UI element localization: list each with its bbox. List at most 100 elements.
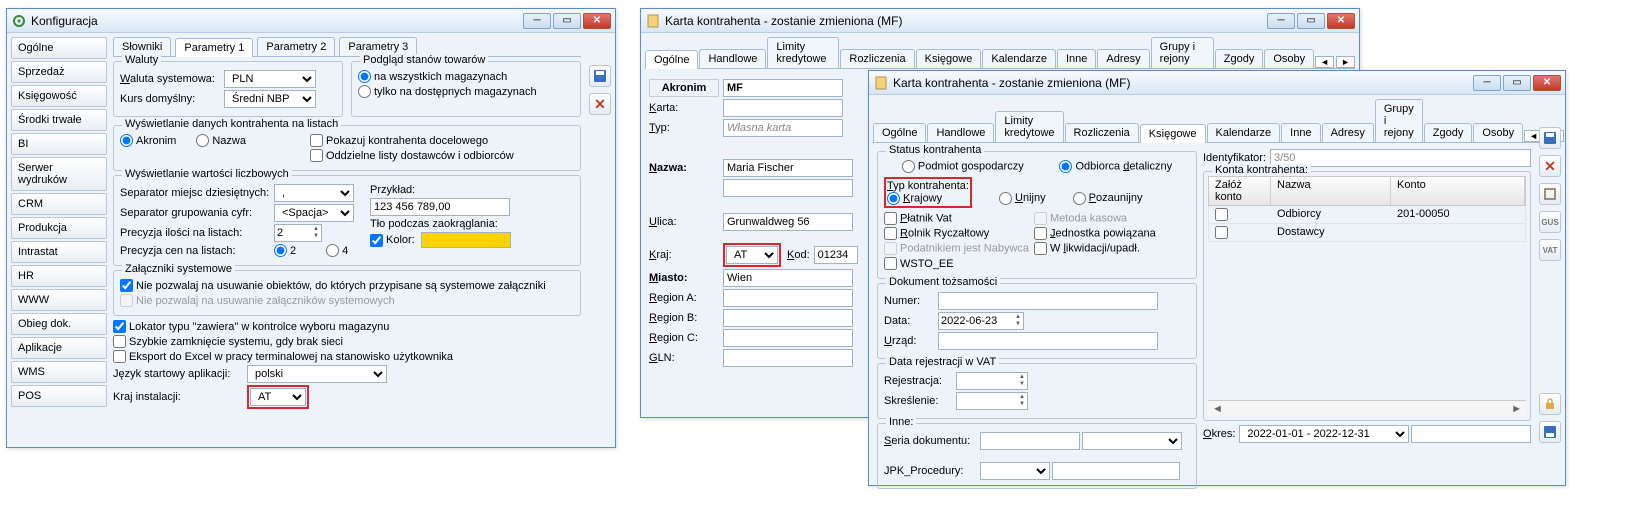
tab-adresy[interactable]: Adresy [1097,49,1149,68]
date-rejestracja[interactable]: ▲▼ [956,372,1028,390]
tab-kalendarze[interactable]: Kalendarze [1207,123,1281,142]
input-kod[interactable] [814,246,858,264]
maximize-button[interactable]: ▭ [553,13,581,29]
nav-crm[interactable]: CRM [11,193,107,215]
radio-dostepne-magazyny[interactable] [358,85,371,98]
input-typ[interactable] [723,119,843,137]
nav-bi[interactable]: BI [11,133,107,155]
nav-hr[interactable]: HR [11,265,107,287]
tab-rozliczenia[interactable]: Rozliczenia [840,49,914,68]
select-kraj-instalacji[interactable]: AT [250,388,306,406]
input-jpk[interactable] [1052,462,1180,480]
select-kurs-domyslny[interactable]: Średni NBP [224,90,316,108]
tab-zgody[interactable]: Zgody [1424,123,1473,142]
radio-akronim[interactable] [120,134,133,147]
tab-kalendarze[interactable]: Kalendarze [982,49,1056,68]
radio-podmiot[interactable] [902,160,915,173]
radio-odbiorca[interactable] [1059,160,1072,173]
checkbox-rolnik[interactable] [884,227,897,240]
tab-grupy[interactable]: Grupy i rejony [1375,99,1423,142]
save-button[interactable] [1539,127,1561,149]
tab-scroll[interactable]: ◄► [1315,56,1355,68]
input-nazwa[interactable] [723,159,853,177]
checkbox-nie-pozwalaj-1[interactable] [120,279,133,292]
maximize-button[interactable]: ▭ [1297,13,1325,29]
select-waluta-systemowa[interactable]: PLN [224,70,316,88]
minimize-button[interactable]: ─ [523,13,551,29]
checkbox-lokator[interactable] [113,320,126,333]
input-region-a[interactable] [723,289,853,307]
select-jezyk[interactable]: polski [247,365,387,383]
tab-ksiegowe[interactable]: Księgowe [1140,124,1206,143]
lock-button[interactable] [1539,393,1561,415]
checkbox-platnik[interactable] [884,212,897,225]
button-akronim[interactable]: Akronim [649,79,719,97]
input-okres-extra[interactable] [1411,425,1531,443]
input-urzad[interactable] [938,332,1158,350]
gus-button[interactable]: GUS [1539,211,1561,233]
close-button[interactable]: ✕ [1533,75,1561,91]
input-ulica[interactable] [723,213,853,231]
checkbox-likwidacja[interactable] [1034,242,1047,255]
scrollbar[interactable]: ◄► [1208,400,1526,416]
radio-nazwa[interactable] [196,134,209,147]
close-button[interactable]: ✕ [583,13,611,29]
tab-zgody[interactable]: Zgody [1215,49,1264,68]
nav-pos[interactable]: POS [11,385,107,407]
nav-srodki-trwale[interactable]: Środki trwałe [11,109,107,131]
input-nazwa-2[interactable] [723,179,853,197]
radio-prec-2[interactable] [274,244,287,257]
select-sep-miejsc[interactable]: , [274,184,354,202]
nav-sprzedaz[interactable]: Sprzedaż [11,61,107,83]
book-button[interactable] [1539,183,1561,205]
select-sep-grup[interactable]: <Spacja> [274,204,354,222]
input-miasto[interactable] [723,269,853,287]
color-swatch[interactable] [421,232,511,248]
checkbox-jednostka[interactable] [1034,227,1047,240]
cancel-button[interactable]: ✕ [589,93,611,115]
select-jpk[interactable] [980,462,1050,480]
save-button[interactable] [589,65,611,87]
tab-ksiegowe[interactable]: Księgowe [916,49,982,68]
nav-serwer-wydrukow[interactable]: Serwer wydruków [11,157,107,191]
tab-handlowe[interactable]: Handlowe [927,123,994,142]
table-row[interactable]: Dostawcy [1208,224,1526,242]
select-okres[interactable]: 2022-01-01 - 2022-12-31 [1239,425,1409,443]
checkbox-kolor[interactable] [370,234,383,247]
minimize-button[interactable]: ─ [1473,75,1501,91]
nav-www[interactable]: WWW [11,289,107,311]
nav-wms[interactable]: WMS [11,361,107,383]
checkbox-pokazuj-docelowego[interactable] [310,134,323,147]
save-config-button[interactable] [1539,421,1561,443]
tab-limity[interactable]: Limity kredytowe [767,37,839,68]
radio-unijny[interactable] [999,192,1012,205]
tab-parametry-2[interactable]: Parametry 2 [257,37,335,56]
tab-grupy[interactable]: Grupy i rejony [1151,37,1214,68]
select-seria[interactable] [1082,432,1182,450]
input-region-c[interactable] [723,329,853,347]
checkbox-eksport[interactable] [113,350,126,363]
checkbox-oddzielne-listy[interactable] [310,149,323,162]
tab-ogolne[interactable]: Ogólne [645,50,698,69]
cancel-button[interactable]: ✕ [1539,155,1561,177]
close-button[interactable]: ✕ [1327,13,1355,29]
radio-prec-4[interactable] [326,244,339,257]
table-row[interactable]: Odbiorcy 201-00050 [1208,206,1526,224]
radio-wszystkie-magazyny[interactable] [358,70,371,83]
date-data[interactable]: ▲▼ [938,312,1024,330]
spinner-prec-ilosci[interactable]: ▲▼ [274,224,322,242]
tab-osoby[interactable]: Osoby [1473,123,1523,142]
date-skreslenie[interactable]: ▲▼ [956,392,1028,410]
input-numer[interactable] [938,292,1158,310]
input-seria[interactable] [980,432,1080,450]
tab-ogolne[interactable]: Ogólne [873,123,926,142]
input-akronim[interactable] [723,79,843,97]
tab-inne[interactable]: Inne [1057,49,1096,68]
vat-button[interactable]: VAT [1539,239,1561,261]
tab-limity[interactable]: Limity kredytowe [995,111,1063,142]
tab-parametry-1[interactable]: Parametry 1 [175,38,253,57]
checkbox-row-2[interactable] [1215,226,1228,239]
tab-handlowe[interactable]: Handlowe [699,49,766,68]
nav-intrastat[interactable]: Intrastat [11,241,107,263]
select-kraj[interactable]: AT [726,246,778,264]
